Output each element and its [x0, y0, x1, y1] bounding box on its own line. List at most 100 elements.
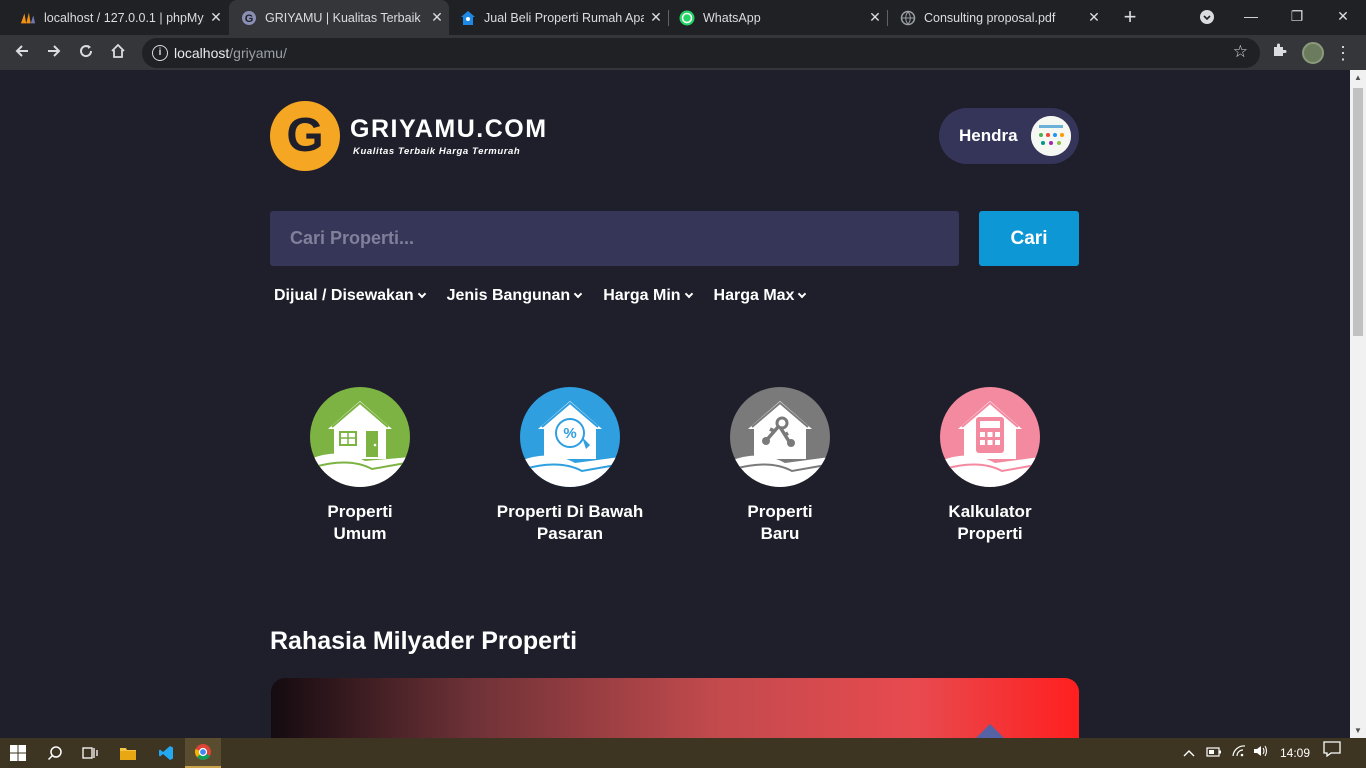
reload-button[interactable] — [72, 39, 100, 67]
close-icon[interactable]: ✕ — [425, 9, 449, 26]
address-bar[interactable]: i localhost/griyamu/ ☆ — [142, 38, 1260, 68]
category-label: Kalkulator Properti — [948, 502, 1032, 543]
whatsapp-icon — [679, 10, 695, 26]
arrow-left-icon — [15, 45, 28, 57]
category-kalkulator-properti[interactable]: Kalkulator Properti — [890, 387, 1090, 545]
category-properti-umum[interactable]: Properti Umum — [260, 387, 460, 545]
tab-search-icon[interactable] — [1184, 0, 1230, 33]
windows-start-icon[interactable] — [0, 738, 36, 768]
property-site-icon — [460, 10, 476, 26]
tab-title: GRIYAMU | Kualitas Terbaik Harga Termura… — [265, 10, 425, 25]
banner-decoration — [974, 724, 1006, 738]
scrollbar-thumb[interactable] — [1353, 88, 1363, 336]
category-label: Properti Umum — [327, 502, 393, 543]
tab-griyamu[interactable]: G GRIYAMU | Kualitas Terbaik Harga Termu… — [229, 0, 449, 35]
task-view-icon[interactable] — [72, 738, 108, 768]
keys-house-icon — [730, 387, 830, 487]
filter-jenis-bangunan[interactable]: Jenis Bangunan — [446, 287, 583, 305]
notifications-icon[interactable] — [1323, 738, 1341, 768]
logo-tagline: Kualitas Terbaik Harga Termurah — [353, 146, 521, 157]
reload-icon — [80, 45, 93, 58]
section-title: Rahasia Milyader Properti — [270, 627, 578, 655]
filter-dijual-disewakan[interactable]: Dijual / Disewakan — [274, 287, 426, 305]
category-properti-baru[interactable]: Properti Baru — [680, 387, 880, 545]
browser-menu-icon[interactable]: ⋮ — [1334, 39, 1352, 67]
category-label: Properti Di Bawah Pasaran — [496, 502, 644, 543]
page-content: G GRIYAMU.COM Kualitas Terbaik Harga Ter… — [0, 70, 1350, 738]
url-host: localhost — [174, 45, 230, 61]
logo-mark: G — [270, 101, 340, 171]
tab-title: WhatsApp — [703, 10, 761, 25]
filter-bar: Dijual / Disewakan Jenis Bangunan Harga … — [274, 287, 827, 305]
battery-icon[interactable] — [1206, 738, 1222, 768]
tray-chevron-icon[interactable] — [1183, 738, 1195, 768]
discount-house-icon: % — [520, 387, 620, 487]
arrow-right-icon — [48, 45, 61, 57]
file-explorer-icon[interactable] — [110, 738, 146, 768]
back-button[interactable] — [8, 39, 36, 67]
close-window-button[interactable]: ✕ — [1320, 0, 1366, 33]
profile-avatar[interactable] — [1302, 42, 1324, 64]
page-scrollbar[interactable]: ▲ ▼ — [1350, 70, 1366, 738]
tab-property[interactable]: Jual Beli Properti Rumah Apartemen ✕ — [450, 0, 668, 35]
site-logo[interactable]: G GRIYAMU.COM Kualitas Terbaik Harga Ter… — [270, 101, 548, 171]
clock-time[interactable]: 14:09 — [1280, 738, 1310, 768]
tab-title: Jual Beli Properti Rumah Apartemen — [484, 10, 644, 25]
chevron-down-icon — [798, 289, 807, 299]
tab-title: localhost / 127.0.0.1 | phpMyAdmin — [44, 10, 204, 25]
new-tab-button[interactable]: + — [1116, 3, 1144, 31]
site-info-icon[interactable]: i — [152, 45, 168, 61]
url-text: localhost/griyamu/ — [174, 45, 287, 61]
browser-toolbar: i localhost/griyamu/ ☆ ⋮ — [0, 35, 1366, 70]
user-name: Hendra — [959, 126, 1018, 145]
close-icon[interactable]: ✕ — [1082, 9, 1106, 26]
svg-text:G: G — [245, 13, 254, 25]
category-properti-di-bawah-pasaran[interactable]: % Properti Di Bawah Pasaran — [470, 387, 670, 545]
browser-tab-bar: localhost / 127.0.0.1 | phpMyAdmin ✕ G G… — [0, 0, 1366, 35]
user-avatar — [1031, 116, 1071, 156]
bookmark-star-icon[interactable]: ☆ — [1233, 42, 1248, 62]
wifi-icon[interactable] — [1232, 738, 1246, 768]
tab-phpmyadmin[interactable]: localhost / 127.0.0.1 | phpMyAdmin ✕ — [0, 0, 228, 35]
tab-title: Consulting proposal.pdf — [924, 10, 1056, 25]
logo-title: GRIYAMU.COM — [350, 115, 548, 143]
search-button[interactable]: Cari — [979, 211, 1079, 266]
search-icon[interactable] — [37, 738, 73, 768]
forward-button[interactable] — [40, 39, 68, 67]
filter-label: Dijual / Disewakan — [274, 287, 414, 304]
filter-label: Harga Max — [713, 287, 795, 304]
chevron-down-icon — [684, 289, 693, 299]
scroll-down-icon[interactable]: ▼ — [1350, 726, 1366, 735]
globe-icon — [900, 10, 916, 26]
tab-whatsapp[interactable]: WhatsApp ✕ — [669, 0, 887, 35]
calculator-house-icon — [940, 387, 1040, 487]
phpmyadmin-icon — [20, 10, 36, 26]
category-label: Properti Baru — [747, 502, 813, 543]
scroll-up-icon[interactable]: ▲ — [1350, 73, 1366, 82]
chevron-down-icon — [573, 289, 583, 299]
home-icon — [111, 43, 125, 58]
url-path: /griyamu/ — [229, 45, 287, 61]
extensions-icon[interactable] — [1271, 42, 1287, 63]
close-icon[interactable]: ✕ — [204, 9, 228, 26]
close-icon[interactable]: ✕ — [863, 9, 887, 26]
griyamu-icon: G — [241, 10, 257, 26]
promo-banner[interactable] — [271, 678, 1079, 738]
svg-text:%: % — [563, 425, 576, 442]
taskbar: 14:09 — [0, 738, 1366, 768]
chevron-down-icon — [417, 289, 426, 299]
close-icon[interactable]: ✕ — [644, 9, 668, 26]
filter-label: Harga Min — [603, 287, 681, 304]
minimize-button[interactable]: — — [1228, 0, 1274, 33]
volume-icon[interactable] — [1253, 738, 1269, 768]
search-input[interactable] — [270, 211, 959, 266]
tab-consulting-pdf[interactable]: Consulting proposal.pdf ✕ — [888, 0, 1106, 35]
user-menu[interactable]: Hendra — [939, 108, 1079, 164]
restore-button[interactable]: ❐ — [1274, 0, 1320, 33]
filter-label: Jenis Bangunan — [446, 287, 571, 304]
filter-harga-min[interactable]: Harga Min — [603, 287, 693, 305]
chrome-icon[interactable] — [185, 738, 221, 768]
vscode-icon[interactable] — [148, 738, 184, 768]
filter-harga-max[interactable]: Harga Max — [713, 287, 807, 305]
home-button[interactable] — [104, 39, 132, 67]
